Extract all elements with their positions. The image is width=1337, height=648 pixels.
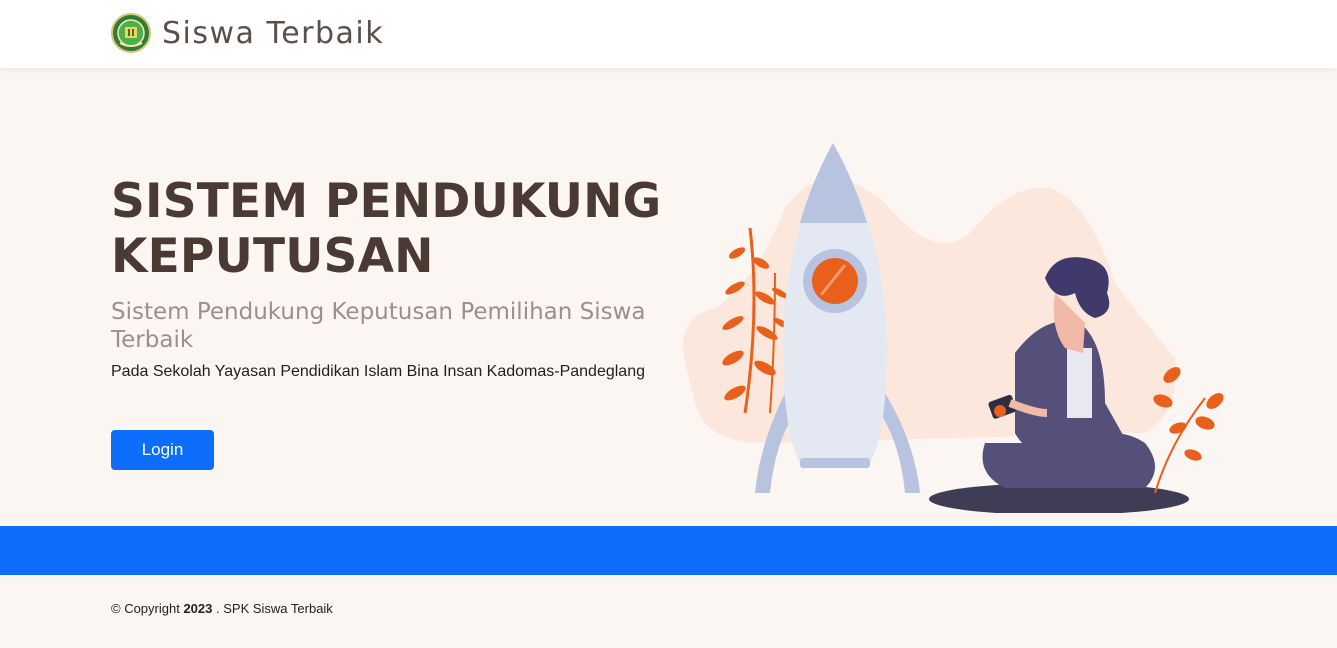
brand-name: Siswa Terbaik (162, 15, 385, 51)
page-title: SISTEM PENDUKUNG KEPUTUSAN (111, 174, 662, 284)
blue-divider-band (0, 526, 1337, 575)
hero-description: Pada Sekolah Yayasan Pendidikan Islam Bi… (111, 363, 645, 380)
brand-link[interactable]: Siswa Terbaik (111, 12, 384, 54)
copyright-year: 2023 (183, 601, 213, 616)
copyright-prefix: © Copyright (111, 601, 180, 616)
login-button[interactable]: Login (111, 430, 214, 470)
rocket-person-illustration (683, 143, 1224, 513)
navbar: Siswa Terbaik (0, 0, 1337, 68)
footer: © Copyright 2023 . SPK Siswa Terbaik (0, 575, 1337, 648)
copyright-text: © Copyright 2023 . SPK Siswa Terbaik (111, 601, 333, 616)
school-logo-icon (111, 13, 151, 53)
hero-section: SISTEM PENDUKUNG KEPUTUSAN Sistem Penduk… (0, 68, 1337, 526)
hero-subtitle: Sistem Pendukung Keputusan Pemilihan Sis… (111, 299, 646, 353)
copyright-suffix: . SPK Siswa Terbaik (216, 601, 333, 616)
